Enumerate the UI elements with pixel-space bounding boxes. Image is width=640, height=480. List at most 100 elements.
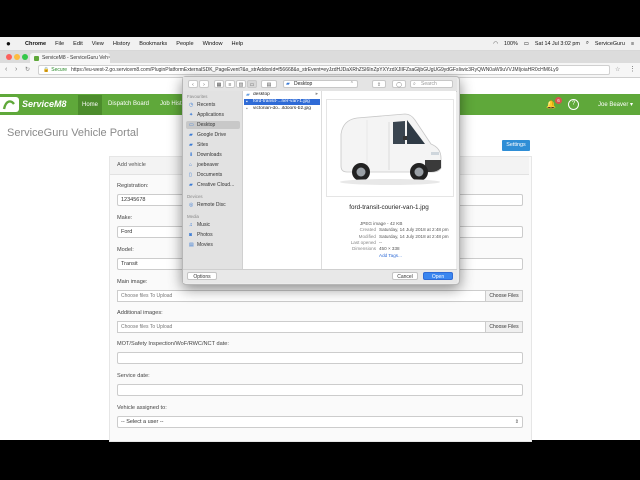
additional-images-upload[interactable]: Choose files To Upload Choose Files	[117, 321, 523, 333]
sidebar-item-label: Music	[197, 222, 211, 228]
menu-people[interactable]: People	[176, 41, 193, 47]
app-logo[interactable]: ServiceM8	[22, 99, 67, 109]
main-image-placeholder: Choose files To Upload	[121, 293, 173, 299]
reload-button[interactable]: ↻	[25, 66, 30, 73]
sidebar-item-music[interactable]: ♫ Music	[186, 221, 240, 229]
open-button[interactable]: Open	[423, 272, 453, 280]
sidebar-item-recents[interactable]: ◷ Recents	[186, 101, 240, 109]
model-label: Model:	[117, 247, 134, 253]
vehicle-assigned-select[interactable]: -- Select a user -- ⇕	[117, 416, 523, 428]
sidebar-item-sites[interactable]: ▰ Sites	[186, 141, 240, 149]
secure-label: Secure	[51, 67, 68, 73]
modified-value: Saturday, 14 July 2018 at 2:48 pm	[379, 234, 449, 239]
sidebar-item-applications[interactable]: ✦ Applications	[186, 111, 240, 119]
sidebar-item-photos[interactable]: ◙ Photos	[186, 231, 240, 239]
menubar-clock[interactable]: Sat 14 Jul 3:02 pm	[535, 41, 580, 47]
menu-edit[interactable]: Edit	[73, 41, 83, 47]
list-item[interactable]: ▰ desktop ▸	[244, 92, 320, 98]
sidebar-item-label: Creative Cloud...	[197, 182, 235, 188]
sidebar-item-label: Movies	[197, 242, 213, 248]
sidebar-item-label: Desktop	[197, 122, 216, 128]
additional-images-choose-files-button[interactable]: Choose Files	[485, 322, 522, 332]
menu-window[interactable]: Window	[203, 41, 223, 47]
main-image-choose-files-button[interactable]: Choose Files	[485, 291, 522, 301]
image-file-icon: ▪	[246, 99, 248, 105]
tag-button[interactable]: ◯	[392, 80, 406, 88]
sidebar-item-documents[interactable]: ▯ Documents	[186, 171, 240, 179]
home-icon: ⌂	[189, 162, 193, 168]
sidebar-item-label: Google Drive	[197, 132, 227, 138]
dialog-back-button[interactable]: ‹	[188, 80, 198, 88]
chrome-menu-icon[interactable]: ⋮	[629, 65, 636, 73]
gallery-view-button[interactable]: ▭	[247, 80, 257, 88]
menu-app-name[interactable]: Chrome	[25, 41, 46, 47]
sidebar-item-downloads[interactable]: ⬇ Downloads	[186, 151, 240, 159]
menu-list-icon[interactable]: ≡	[631, 41, 634, 47]
star-icon[interactable]: ☆	[615, 66, 620, 73]
settings-button[interactable]: Settings	[502, 140, 530, 151]
menu-help[interactable]: Help	[232, 41, 244, 47]
apple-icon[interactable]: ●	[6, 39, 16, 48]
add-tags-link[interactable]: Add Tags...	[379, 253, 402, 258]
additional-images-label: Additional images:	[117, 310, 163, 316]
sidebar-item-remote-disc[interactable]: ◎ Remote Disc	[186, 201, 240, 209]
browser-tab[interactable]: ServiceM8 - ServiceGuru Veh ×	[30, 53, 110, 63]
menubar-user[interactable]: ServiceGuru	[595, 41, 625, 47]
url-text: https://eu-west-2.go.servicem8.com/Plugi…	[71, 67, 559, 73]
search-icon: ⌕	[413, 81, 416, 87]
column-view-button[interactable]: ▥	[236, 80, 246, 88]
van-image-preview	[326, 99, 454, 197]
search-icon[interactable]: ⌕	[586, 40, 589, 47]
close-window-button[interactable]	[6, 54, 12, 60]
dialog-search-field[interactable]: ⌕ Search	[410, 80, 453, 88]
nav-job-history[interactable]: Job Hist	[160, 101, 182, 107]
user-menu[interactable]: Joe Beaver ▾	[598, 101, 633, 108]
icon-view-button[interactable]: ▦	[214, 80, 224, 88]
sidebar-item-google-drive[interactable]: ▰ Google Drive	[186, 131, 240, 139]
minimize-window-button[interactable]	[14, 54, 20, 60]
chevron-right-icon: ▸	[315, 92, 318, 97]
arrange-button[interactable]: ▤	[261, 80, 277, 88]
sidebar-item-label: Photos	[197, 232, 213, 238]
service-date-input[interactable]	[117, 384, 523, 396]
forward-button[interactable]: ›	[15, 66, 17, 73]
cancel-button[interactable]: Cancel	[392, 272, 418, 280]
sidebar-item-joebeaver[interactable]: ⌂ joebeaver	[186, 161, 240, 169]
dialog-forward-button[interactable]: ›	[199, 80, 209, 88]
registration-label: Registration:	[117, 183, 149, 189]
options-button[interactable]: Options	[187, 272, 217, 280]
sidebar-item-creative-cloud[interactable]: ▰ Creative Cloud...	[186, 181, 240, 189]
menu-file[interactable]: File	[55, 41, 64, 47]
sidebar-item-label: Downloads	[197, 152, 222, 158]
wifi-icon[interactable]: ◠	[493, 41, 498, 47]
sidebar-item-movies[interactable]: ▤ Movies	[186, 241, 240, 249]
zoom-window-button[interactable]	[22, 54, 28, 60]
share-button[interactable]: ⇪	[372, 80, 386, 88]
last-opened-value: --	[379, 240, 383, 245]
list-item-selected[interactable]: ▪ ford-transit-...rier-van-1.jpg	[244, 99, 320, 105]
music-icon: ♫	[189, 222, 193, 228]
last-opened-label: Last opened	[350, 240, 376, 245]
vehicle-assigned-value: -- Select a user --	[121, 419, 164, 425]
modified-label: Modified	[358, 234, 376, 239]
file-name: victorian-do...itdoors-b2.jpg	[253, 106, 311, 111]
menu-bookmarks[interactable]: Bookmarks	[139, 41, 167, 47]
help-icon[interactable]: ?	[568, 99, 579, 110]
list-item[interactable]: ▪ victorian-do...itdoors-b2.jpg	[244, 106, 320, 112]
mac-menubar: ● Chrome File Edit View History Bookmark…	[0, 37, 640, 51]
battery-icon[interactable]: ▭	[524, 41, 529, 47]
location-label: Desktop	[294, 81, 313, 87]
back-button[interactable]: ‹	[5, 66, 7, 73]
sidebar-item-desktop[interactable]: ▭ Desktop	[186, 121, 240, 129]
location-popup[interactable]: ▰ Desktop ⌃	[283, 80, 358, 88]
sidebar-item-label: joebeaver	[197, 162, 219, 168]
nav-home[interactable]: Home	[78, 95, 103, 115]
nav-dispatch-board[interactable]: Dispatch Board	[108, 101, 149, 107]
close-tab-icon[interactable]: ×	[108, 55, 110, 61]
menu-view[interactable]: View	[92, 41, 104, 47]
address-bar[interactable]: 🔒 Secure https://eu-west-2.go.servicem8.…	[38, 65, 610, 75]
mot-date-input[interactable]	[117, 352, 523, 364]
main-image-upload[interactable]: Choose files To Upload Choose Files	[117, 290, 523, 302]
list-view-button[interactable]: ≡	[225, 80, 235, 88]
menu-history[interactable]: History	[113, 41, 130, 47]
